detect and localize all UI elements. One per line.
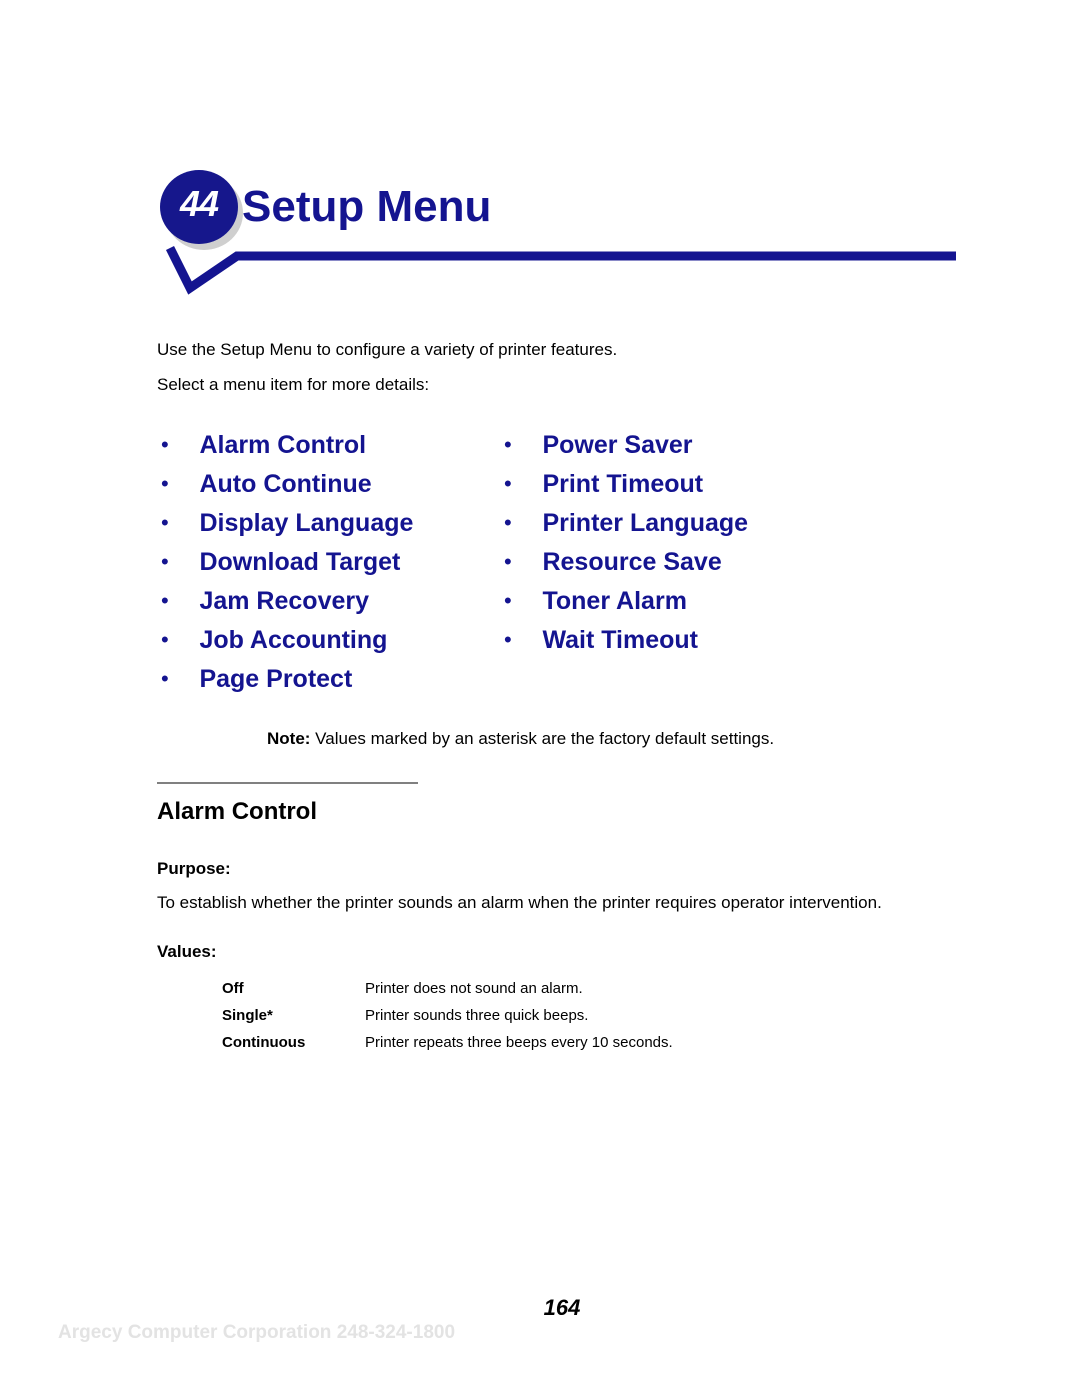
list-item[interactable]: • Print Timeout	[500, 467, 748, 506]
value-description: Printer sounds three quick beeps.	[365, 1007, 589, 1024]
value-description: Printer repeats three beeps every 10 sec…	[365, 1034, 673, 1051]
menu-link-display-language[interactable]: Display Language	[199, 506, 413, 540]
purpose-text: To establish whether the printer sounds …	[157, 893, 882, 912]
bullet-icon: •	[504, 588, 512, 613]
chapter-number: 44	[179, 183, 219, 224]
list-item[interactable]: • Jam Recovery	[157, 584, 413, 623]
note-line: Note: Values marked by an asterisk are t…	[267, 729, 774, 749]
list-item[interactable]: • Display Language	[157, 506, 413, 545]
header-chevron-line	[165, 245, 956, 295]
menu-link-list-left: • Alarm Control • Auto Continue • Displa…	[157, 428, 413, 701]
chapter-number-badge: 44	[160, 170, 243, 250]
value-name: Single*	[222, 1007, 273, 1024]
table-row: Single* Printer sounds three quick beeps…	[222, 1006, 673, 1033]
bullet-icon: •	[161, 549, 169, 574]
bullet-icon: •	[161, 510, 169, 535]
section-divider	[157, 782, 418, 784]
note-text: Values marked by an asterisk are the fac…	[310, 729, 775, 748]
list-item[interactable]: • Resource Save	[500, 545, 748, 584]
bullet-icon: •	[504, 510, 512, 535]
footer-watermark: Argecy Computer Corporation 248-324-1800	[58, 1322, 456, 1343]
intro-line-2: Select a menu item for more details:	[157, 375, 430, 394]
intro-line-1: Use the Setup Menu to configure a variet…	[157, 340, 618, 359]
list-item[interactable]: • Power Saver	[500, 428, 748, 467]
menu-link-list-right: • Power Saver • Print Timeout • Printer …	[500, 428, 748, 662]
value-name: Off	[222, 980, 244, 997]
list-item[interactable]: • Alarm Control	[157, 428, 413, 467]
menu-link-print-timeout[interactable]: Print Timeout	[542, 467, 703, 501]
purpose-label: Purpose:	[157, 859, 231, 878]
menu-link-wait-timeout[interactable]: Wait Timeout	[542, 623, 698, 657]
bullet-icon: •	[161, 471, 169, 496]
values-label: Values:	[157, 942, 217, 961]
menu-link-toner-alarm[interactable]: Toner Alarm	[542, 584, 686, 618]
bullet-icon: •	[504, 549, 512, 574]
header-rule-graphic	[165, 245, 956, 295]
table-row: Off Printer does not sound an alarm.	[222, 979, 673, 1006]
list-item[interactable]: • Toner Alarm	[500, 584, 748, 623]
page-number: 164	[0, 1295, 1080, 1321]
bullet-icon: •	[161, 588, 169, 613]
menu-link-page-protect[interactable]: Page Protect	[199, 662, 352, 696]
menu-link-jam-recovery[interactable]: Jam Recovery	[199, 584, 369, 618]
menu-link-power-saver[interactable]: Power Saver	[542, 428, 692, 462]
list-item[interactable]: • Wait Timeout	[500, 623, 748, 662]
chapter-header-graphic: 44 Setup Menu	[130, 160, 990, 305]
bullet-icon: •	[161, 432, 169, 457]
bullet-icon: •	[161, 666, 169, 691]
menu-link-auto-continue[interactable]: Auto Continue	[199, 467, 371, 501]
menu-link-alarm-control[interactable]: Alarm Control	[199, 428, 366, 462]
bullet-icon: •	[504, 432, 512, 457]
list-item[interactable]: • Job Accounting	[157, 623, 413, 662]
menu-link-download-target[interactable]: Download Target	[199, 545, 400, 579]
bullet-icon: •	[504, 627, 512, 652]
bullet-icon: •	[161, 627, 169, 652]
page-header: 44 Setup Menu	[0, 0, 1080, 310]
table-row: Continuous Printer repeats three beeps e…	[222, 1033, 673, 1060]
list-item[interactable]: • Printer Language	[500, 506, 748, 545]
page-number-value: 164	[543, 1295, 581, 1320]
values-table: Off Printer does not sound an alarm. Sin…	[222, 979, 673, 1060]
value-name: Continuous	[222, 1034, 306, 1051]
menu-link-job-accounting[interactable]: Job Accounting	[199, 623, 387, 657]
page-title: Setup Menu	[242, 182, 492, 231]
list-item[interactable]: • Page Protect	[157, 662, 413, 701]
section-heading: Alarm Control	[157, 798, 318, 825]
list-item[interactable]: • Download Target	[157, 545, 413, 584]
menu-link-printer-language[interactable]: Printer Language	[542, 506, 748, 540]
menu-link-resource-save[interactable]: Resource Save	[542, 545, 721, 579]
value-description: Printer does not sound an alarm.	[365, 980, 583, 997]
list-item[interactable]: • Auto Continue	[157, 467, 413, 506]
bullet-icon: •	[504, 471, 512, 496]
note-label: Note:	[267, 729, 311, 748]
